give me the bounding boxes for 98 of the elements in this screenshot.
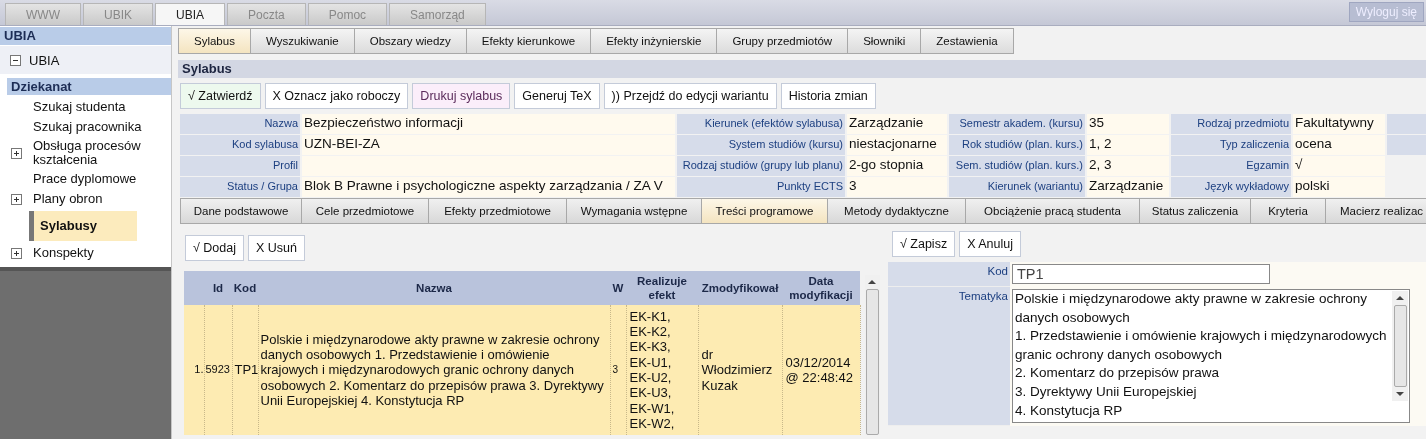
field-value: 3 xyxy=(847,177,947,197)
column-header[interactable]: Data modyfikacji xyxy=(782,271,860,305)
field-value: Bezpieczeństwo informacji xyxy=(302,114,675,134)
tab[interactable]: Wymagania wstępne xyxy=(567,198,702,224)
tab[interactable]: Macierz realizac xyxy=(1326,198,1426,224)
field-value: ocena xyxy=(1293,135,1385,155)
field-value: 1, 2 xyxy=(1087,135,1169,155)
tab[interactable]: Metody dydaktyczne xyxy=(828,198,966,224)
table-cell: dr Włodzimierz Kuzak xyxy=(701,347,773,393)
field-label: System studiów (kursu) xyxy=(677,135,845,155)
field-value: Blok B Prawne i psychologiczne aspekty zarządzania / ZA V xyxy=(302,177,675,197)
tab[interactable]: Obciążenie pracą studenta xyxy=(966,198,1140,224)
field-label: Kierunek (efektów sylabusa) xyxy=(677,114,845,134)
empty-cell xyxy=(1387,114,1426,134)
list-button[interactable]: X Usuń xyxy=(248,235,305,261)
field-label: Tematyka xyxy=(888,287,1010,426)
menu-item[interactable]: Plany obron xyxy=(33,192,103,206)
table-row[interactable] xyxy=(184,305,860,435)
table-cell: Polskie i międzynarodowe akty prawne w zakresie ochrony danych osobowych 1. Przedstawienie i omówienie krajowych i międzynarodowych granic ochrony danych osobowych 2. Komentarz do przepisów prawa 3. Dyrektywy Unii Europejskiej 4. Konstytucja RP xyxy=(260,331,604,408)
menu-item[interactable]: Sylabusy xyxy=(29,211,138,241)
toolbar-button[interactable]: Drukuj sylabus xyxy=(412,83,511,109)
menu-item[interactable]: Prace dyplomowe xyxy=(33,172,137,186)
field-label: Kod xyxy=(888,262,1010,287)
menu-item[interactable]: Szukaj studenta xyxy=(33,100,126,114)
input-field[interactable]: TP1 xyxy=(1012,264,1270,284)
field-label: Nazwa xyxy=(180,114,300,134)
tab[interactable]: Cele przedmiotowe xyxy=(302,198,429,224)
toolbar-button[interactable]: √ Zatwierdź xyxy=(180,83,261,109)
column-header[interactable]: Zmodyfikował xyxy=(698,271,782,305)
scrollbar[interactable] xyxy=(1392,291,1408,401)
row-number: 1. xyxy=(194,363,204,376)
tab[interactable]: Efekty kierunkowe xyxy=(466,28,592,54)
tab[interactable]: Efekty inżynierskie xyxy=(591,28,718,54)
sidebar-title: UBIA xyxy=(0,27,171,45)
field-label: Rodzaj studiów (grupy lub planu) xyxy=(677,156,845,176)
field-value: UZN-BEI-ZA xyxy=(302,135,675,155)
field-label: Egzamin xyxy=(1171,156,1291,176)
column-header[interactable]: Id xyxy=(204,271,232,305)
table-cell: 03/12/2014 @ 22:48:42 xyxy=(785,354,853,385)
field-value: 2-go stopnia xyxy=(847,156,947,176)
field-label: Rodzaj przedmiotu xyxy=(1171,114,1291,134)
field-label: Profil xyxy=(180,156,300,176)
field-label: Rok studiów (plan. kurs.) xyxy=(949,135,1085,155)
section-header: Dziekanat xyxy=(7,78,171,95)
expand-icon[interactable] xyxy=(11,193,22,205)
menu-item[interactable]: Obsługa procesów kształcenia xyxy=(33,139,171,167)
tab[interactable]: Dane podstawowe xyxy=(180,198,302,224)
expand-icon[interactable] xyxy=(11,247,22,259)
tab[interactable]: Treści programowe xyxy=(702,198,828,224)
menu-item[interactable]: Szukaj pracownika xyxy=(33,120,142,134)
panel-title: Sylabus xyxy=(178,60,1426,78)
table-cell: 5923 xyxy=(205,363,230,376)
field-value: Zarządzanie xyxy=(1087,177,1169,197)
field-value: 2, 3 xyxy=(1087,156,1169,176)
tab[interactable]: Zestawienia xyxy=(921,28,1014,54)
field-label: Język wykładowy xyxy=(1171,177,1291,197)
toolbar-button[interactable]: X Oznacz jako roboczy xyxy=(264,83,409,109)
empty-cell xyxy=(1387,135,1426,155)
column-header[interactable]: W xyxy=(610,271,626,305)
field-label: Sem. studiów (plan. kurs.) xyxy=(949,156,1085,176)
form-button[interactable]: √ Zapisz xyxy=(892,231,956,257)
tab[interactable]: Kryteria xyxy=(1251,198,1326,224)
field-label: Kierunek (wariantu) xyxy=(949,177,1085,197)
form-button[interactable]: X Anuluj xyxy=(959,231,1022,257)
tab[interactable]: Efekty przedmiotowe xyxy=(429,198,567,224)
field-value: 35 xyxy=(1087,114,1169,134)
column-header[interactable]: Nazwa xyxy=(258,271,610,305)
tab[interactable]: Wyszukiwanie xyxy=(250,28,355,54)
toolbar-button[interactable]: Generuj TeX xyxy=(514,83,600,109)
tab[interactable]: Słowniki xyxy=(848,28,922,54)
field-value: √ xyxy=(1293,156,1385,176)
table-cell: EK-K1, EK-K2, EK-K3, EK-U1, EK-U2, EK-U3, EK-W1, EK-W2, xyxy=(629,308,675,431)
toolbar-button[interactable]: Historia zmian xyxy=(780,83,876,109)
tab[interactable]: Status zaliczenia xyxy=(1140,198,1251,224)
tab[interactable]: Grupy przedmiotów xyxy=(717,28,849,54)
tree-item[interactable]: UBIA xyxy=(29,52,60,68)
field-value: niestacjonarne xyxy=(847,135,947,155)
list-button[interactable]: √ Dodaj xyxy=(185,235,244,261)
field-value: Fakultatywny xyxy=(1293,114,1385,134)
field-value: Zarządzanie xyxy=(847,114,947,134)
field-label: Typ zaliczenia xyxy=(1171,135,1291,155)
table-cell: TP1 xyxy=(234,362,259,378)
column-header[interactable]: Realizuje efekt xyxy=(626,271,698,305)
expand-icon[interactable] xyxy=(11,147,22,159)
tab[interactable]: Sylabus xyxy=(178,28,251,54)
textarea-field[interactable]: Polskie i międzynarodowe akty prawne w zakresie ochrony danych osobowych 1. Przedstawienie i omówienie krajowych i międzynarodowych granic ochrony danych osobowych 2. Komentarz do przepisów prawa 3. Dyrektywy Unii Europejskiej 4. Konstytucja RP xyxy=(1012,289,1410,423)
field-label: Semestr akadem. (kursu) xyxy=(949,114,1085,134)
tab[interactable]: Obszary wiedzy xyxy=(354,28,467,54)
field-label: Kod sylabusa xyxy=(180,135,300,155)
field-label: Status / Grupa xyxy=(180,177,300,197)
column-header[interactable]: Kod xyxy=(232,271,258,305)
table-cell: 3 xyxy=(612,364,619,376)
menu-item[interactable]: Konspekty xyxy=(33,246,94,260)
field-value: polski xyxy=(1293,177,1385,197)
toolbar-button[interactable]: )) Przejdź do edycji wariantu xyxy=(603,83,777,109)
field-label: Punkty ECTS xyxy=(677,177,845,197)
collapse-icon[interactable] xyxy=(10,54,21,66)
top-tab[interactable]: UBIA xyxy=(155,3,225,25)
